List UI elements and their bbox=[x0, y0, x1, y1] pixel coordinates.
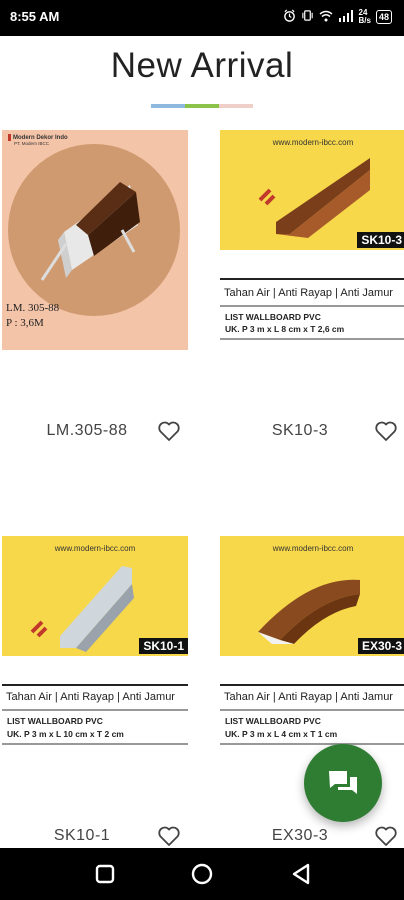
data-rate: 24 B/s bbox=[358, 8, 371, 25]
heart-outline-icon[interactable] bbox=[374, 825, 398, 847]
status-time: 8:55 AM bbox=[10, 9, 60, 24]
status-icons: 24 B/s 48 bbox=[283, 9, 392, 25]
divider bbox=[2, 743, 188, 745]
underline-segment-3 bbox=[219, 104, 253, 108]
image-features: Tahan Air | Anti Rayap | Anti Jamur bbox=[224, 287, 393, 299]
image-features: Tahan Air | Anti Rayap | Anti Jamur bbox=[6, 691, 175, 703]
wifi-icon bbox=[319, 10, 333, 25]
product-card[interactable]: Modern Dekor Indo PT. Modern IBCC LM. 30… bbox=[2, 130, 188, 450]
image-code-label: LM. 305-88 bbox=[6, 302, 60, 314]
heart-outline-icon[interactable] bbox=[157, 825, 181, 847]
divider bbox=[2, 709, 188, 711]
square-icon[interactable] bbox=[93, 862, 117, 886]
product-name[interactable]: LM.305-88 bbox=[17, 422, 157, 440]
image-spec-title: LIST WALLBOARD PVC bbox=[225, 312, 321, 322]
divider bbox=[220, 743, 404, 745]
image-length-label: P : 3,6M bbox=[6, 317, 44, 329]
divider bbox=[220, 709, 404, 711]
image-spec-size: UK. P 3 m x L 4 cm x T 1 cm bbox=[225, 729, 338, 739]
image-code-tag: SK10-1 bbox=[139, 638, 188, 654]
product-card[interactable]: www.modern-ibcc.com SK10-3 Tahan Air | A… bbox=[220, 130, 404, 450]
underline-segment-1 bbox=[151, 104, 185, 108]
image-spec-title: LIST WALLBOARD PVC bbox=[225, 716, 321, 726]
image-spec-title: LIST WALLBOARD PVC bbox=[7, 716, 103, 726]
alarm-icon bbox=[283, 9, 296, 25]
image-spec-size: UK. P 3 m x L 8 cm x T 2,6 cm bbox=[225, 324, 345, 334]
divider bbox=[220, 278, 404, 280]
image-code-tag: SK10-3 bbox=[357, 232, 404, 248]
image-code-tag: EX30-3 bbox=[357, 638, 404, 654]
heart-outline-icon[interactable] bbox=[157, 420, 181, 442]
vibrate-icon bbox=[301, 9, 314, 25]
signal-icon bbox=[338, 9, 354, 25]
image-features: Tahan Air | Anti Rayap | Anti Jamur bbox=[224, 691, 393, 703]
system-nav-bar bbox=[0, 848, 404, 900]
product-card[interactable]: www.modern-ibcc.com SK10-1 Tahan Air | A… bbox=[2, 536, 188, 848]
divider bbox=[220, 684, 404, 686]
page-title: New Arrival bbox=[110, 46, 294, 85]
heart-outline-icon[interactable] bbox=[374, 420, 398, 442]
status-bar: 8:55 AM 24 B/s 48 bbox=[0, 0, 404, 36]
title-underline bbox=[151, 104, 253, 108]
battery-icon: 48 bbox=[375, 10, 392, 24]
triangle-back-icon[interactable] bbox=[290, 862, 314, 886]
product-name[interactable]: SK10-3 bbox=[230, 422, 370, 440]
product-name[interactable]: SK10-1 bbox=[12, 827, 152, 845]
underline-segment-2 bbox=[185, 104, 219, 108]
chat-button[interactable] bbox=[304, 744, 382, 822]
product-image[interactable]: www.modern-ibcc.com EX30-3 Tahan Air | A… bbox=[220, 536, 404, 756]
chat-icon bbox=[329, 771, 357, 794]
product-image[interactable]: www.modern-ibcc.com SK10-1 Tahan Air | A… bbox=[2, 536, 188, 756]
product-image[interactable]: Modern Dekor Indo PT. Modern IBCC LM. 30… bbox=[2, 130, 188, 350]
divider bbox=[220, 338, 404, 340]
divider bbox=[2, 684, 188, 686]
product-name[interactable]: EX30-3 bbox=[230, 827, 370, 845]
circle-icon[interactable] bbox=[190, 862, 214, 886]
product-image[interactable]: www.modern-ibcc.com SK10-3 Tahan Air | A… bbox=[220, 130, 404, 350]
image-spec-size: UK. P 3 m x L 10 cm x T 2 cm bbox=[7, 729, 124, 739]
divider bbox=[220, 305, 404, 307]
